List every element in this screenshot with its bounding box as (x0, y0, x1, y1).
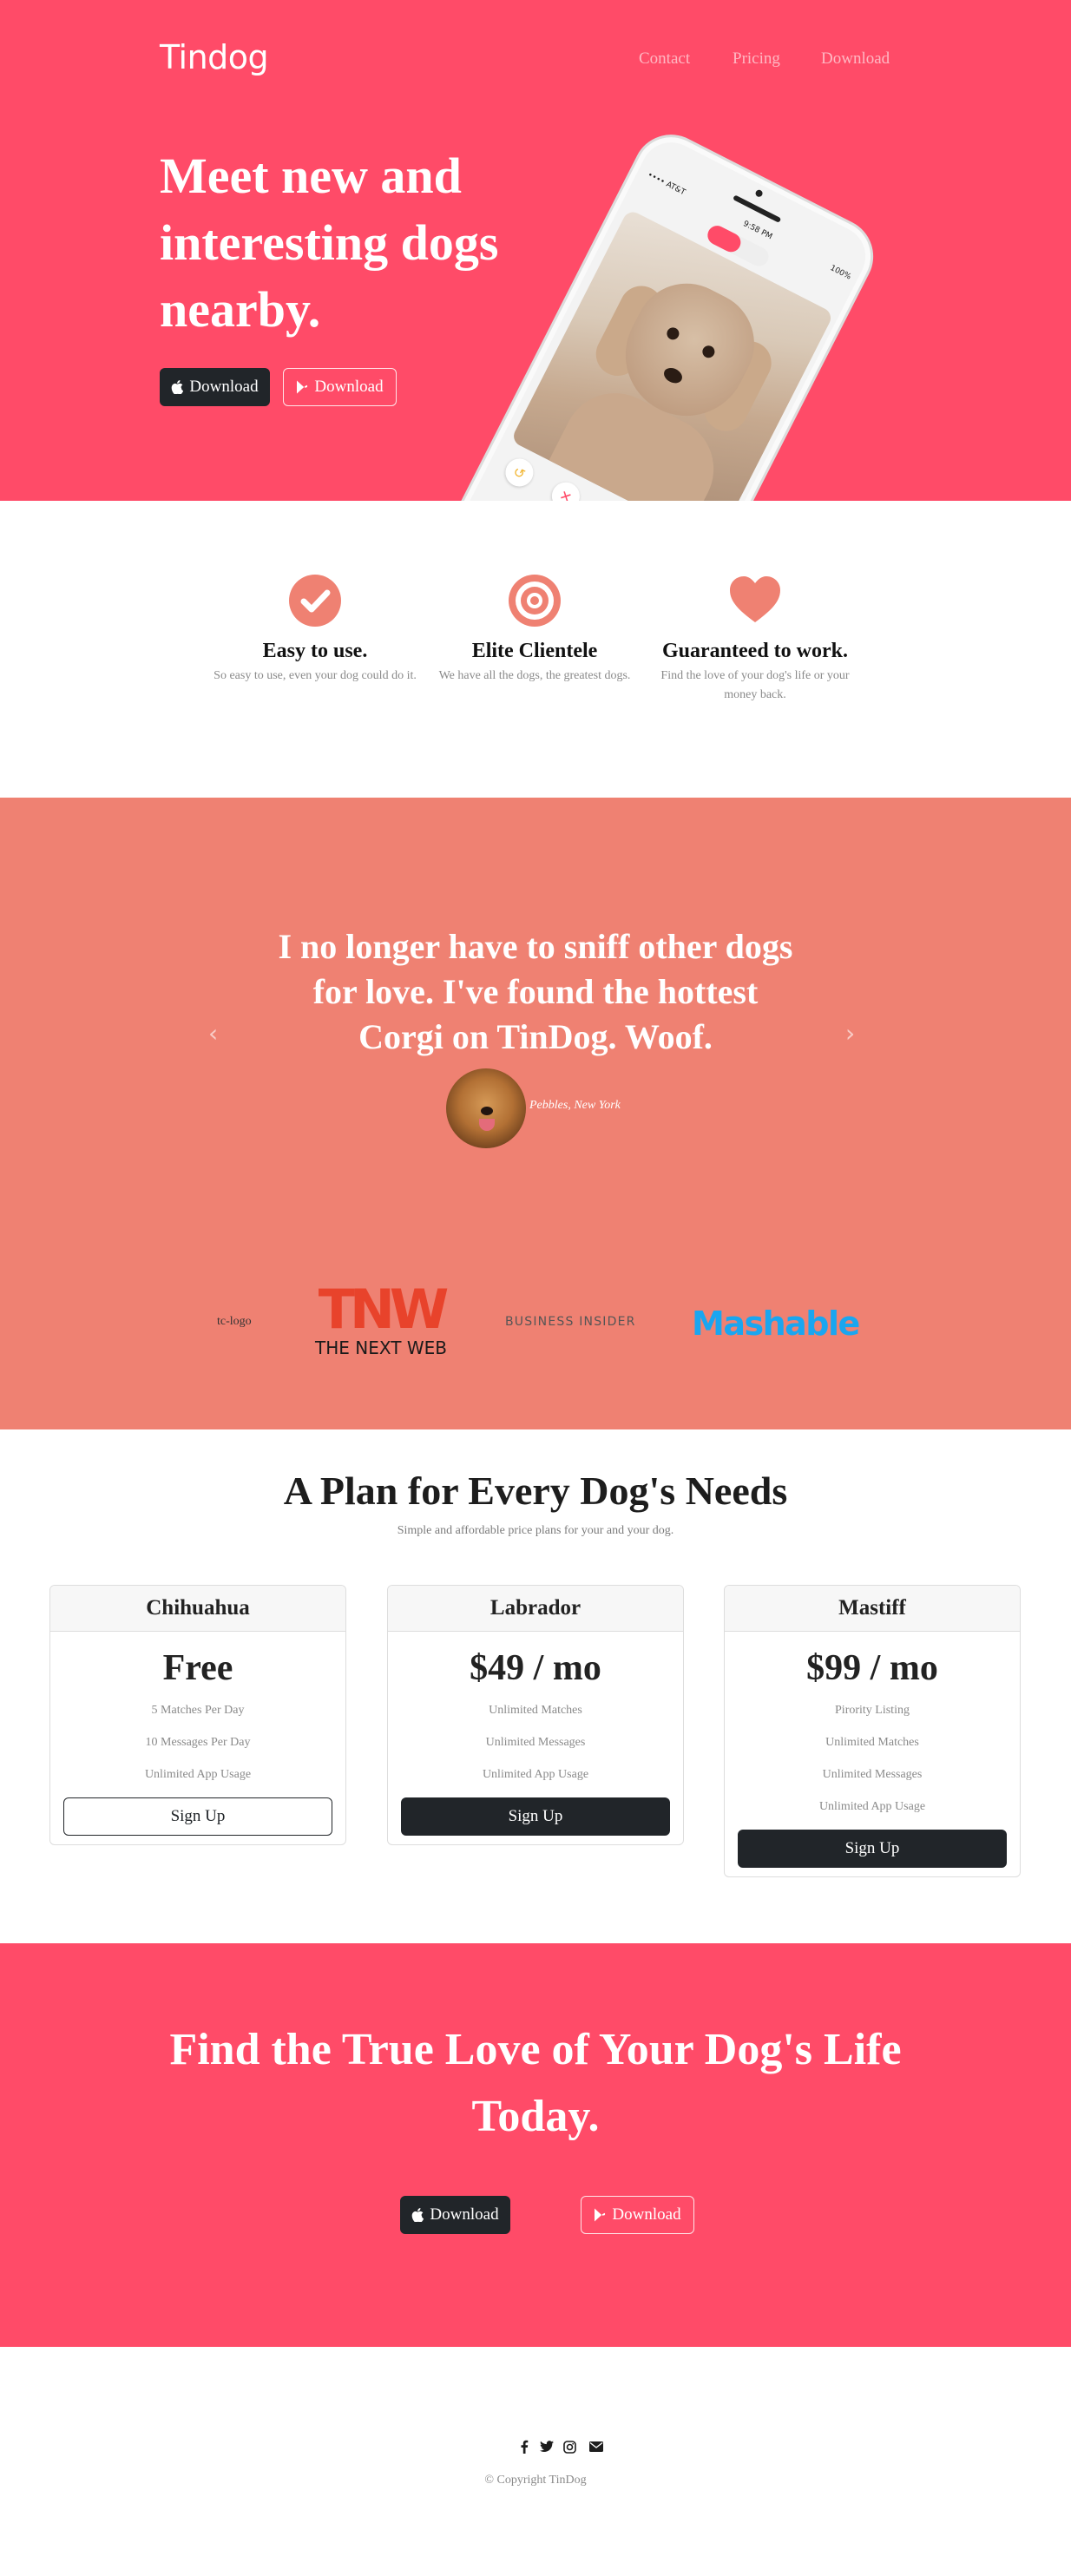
nav-pricing[interactable]: Pricing (733, 49, 780, 69)
google-play-icon (595, 2208, 606, 2222)
pricing-subtitle: Simple and affordable price plans for yo… (397, 1524, 674, 1537)
plan-price: $99 / mo (806, 1648, 938, 1688)
plan-feature: Unlimited App Usage (144, 1768, 252, 1781)
feature-title: Elite Clientele (471, 640, 598, 662)
mashable-logo: Mashable (692, 1304, 860, 1343)
phone-camera (754, 188, 764, 199)
nav-download[interactable]: Download (821, 49, 890, 69)
testimonial-section: ‹ I no longer have to sniff other dogs f… (0, 798, 1071, 1429)
pricing-title: A Plan for Every Dog's Needs (283, 1469, 788, 1513)
plan-features: Unlimited Matches Unlimited Messages Unl… (388, 1694, 683, 1791)
plan-feature: Unlimited App Usage (818, 1800, 926, 1813)
apple-icon (412, 2208, 424, 2222)
apple-icon (172, 380, 184, 394)
cta-section: Find the True Love of Your Dog's Life To… (0, 1943, 1071, 2347)
google-play-icon (297, 380, 308, 394)
carousel-prev-button[interactable]: ‹ (208, 1019, 218, 1048)
twitter-icon[interactable] (536, 2436, 557, 2457)
google-download-label: Download (612, 2205, 681, 2224)
plan-feature: Unlimited Matches (825, 1736, 919, 1749)
techcrunch-logo: tc-logo (217, 1315, 252, 1328)
check-circle-icon (289, 575, 341, 627)
feature-title: Guaranteed to work. (662, 640, 848, 662)
plan-price: $49 / mo (470, 1648, 601, 1688)
cta-title: Find the True Love of Your Dog's Life To… (169, 2025, 902, 2141)
tnw-tagline: THE NEXT WEB (314, 1337, 447, 1357)
nav-contact[interactable]: Contact (639, 49, 690, 69)
carousel-next-button[interactable]: › (845, 1019, 855, 1048)
apple-download-label: Download (189, 378, 259, 396)
hero-section: Tindog Contact Pricing Download Meet new… (0, 0, 1071, 501)
facebook-icon[interactable] (514, 2436, 535, 2457)
copyright-text: © Copyright TinDog (484, 2474, 587, 2487)
plan-feature: 10 Messages Per Day (145, 1736, 251, 1749)
plan-name: Mastiff (725, 1586, 1020, 1632)
dog-photo (509, 208, 835, 501)
testimonial-author: Pebbles, New York (529, 1099, 621, 1112)
brand-logo[interactable]: Tindog (160, 38, 269, 76)
apple-download-button[interactable]: Download (160, 368, 270, 406)
plan-card-mastiff: Mastiff $99 / mo Pirority Listing Unlimi… (724, 1585, 1021, 1877)
cta-google-play-download-button[interactable]: Download (581, 2196, 694, 2234)
heart-icon (730, 576, 780, 622)
features-section: Easy to use. So easy to use, even your d… (0, 501, 1071, 798)
feature-text: Find the love of your dog's life or your… (660, 669, 850, 701)
close-icon: ✕ (547, 477, 585, 501)
plan-feature: Pirority Listing (835, 1704, 910, 1717)
instagram-icon[interactable] (559, 2436, 580, 2457)
apple-download-label: Download (430, 2205, 499, 2224)
google-download-label: Download (314, 378, 384, 396)
plan-feature: Unlimited Matches (489, 1704, 582, 1717)
feature-guaranteed: Guaranteed to work. Find the love of you… (651, 574, 859, 705)
bullseye-icon (509, 575, 561, 627)
tnw-logo: TNW THE NEXT WEB (314, 1288, 453, 1357)
plan-name: Chihuahua (50, 1586, 345, 1632)
plan-feature: 5 Matches Per Day (151, 1704, 245, 1717)
cta-apple-download-button[interactable]: Download (400, 2196, 510, 2234)
plan-features: 5 Matches Per Day 10 Messages Per Day Un… (50, 1694, 345, 1791)
phone-time: 9:58 PM (741, 219, 774, 242)
footer: © Copyright TinDog (0, 2347, 1071, 2576)
plan-feature: Unlimited App Usage (482, 1768, 589, 1781)
feature-title: Easy to use. (262, 640, 368, 662)
feature-easy: Easy to use. So easy to use, even your d… (211, 574, 419, 686)
plan-feature: Unlimited Messages (822, 1768, 923, 1781)
feature-text: We have all the dogs, the greatest dogs. (438, 669, 631, 682)
plan-card-labrador: Labrador $49 / mo Unlimited Matches Unli… (387, 1585, 684, 1845)
phone-battery: 100% (828, 264, 853, 282)
envelope-icon[interactable] (586, 2436, 607, 2457)
plan-name: Labrador (388, 1586, 683, 1632)
feature-text: So easy to use, even your dog could do i… (214, 669, 417, 682)
testimonial-quote: I no longer have to sniff other dogs for… (278, 927, 793, 1056)
undo-icon: ↺ (500, 453, 538, 491)
signup-button-mastiff[interactable]: Sign Up (738, 1830, 1007, 1868)
tnw-wordmark: TNW (319, 1288, 448, 1341)
plan-card-chihuahua: Chihuahua Free 5 Matches Per Day 10 Mess… (49, 1585, 346, 1845)
business-insider-logo: BUSINESS INSIDER (505, 1315, 636, 1329)
phone-carrier: •••• AT&T (646, 170, 687, 198)
signup-button-chihuahua[interactable]: Sign Up (63, 1797, 332, 1836)
feature-elite: Elite Clientele We have all the dogs, th… (430, 574, 639, 686)
signup-button-labrador[interactable]: Sign Up (401, 1797, 670, 1836)
plan-feature: Unlimited Messages (485, 1736, 586, 1749)
hero-title: Meet new and interesting dogs nearby. (160, 148, 499, 338)
google-play-download-button[interactable]: Download (283, 368, 397, 406)
testimonial-avatar (446, 1068, 526, 1148)
plan-features: Pirority Listing Unlimited Matches Unlim… (725, 1694, 1020, 1823)
pricing-section: A Plan for Every Dog's Needs Simple and … (0, 1429, 1071, 1943)
plan-price: Free (162, 1648, 233, 1688)
